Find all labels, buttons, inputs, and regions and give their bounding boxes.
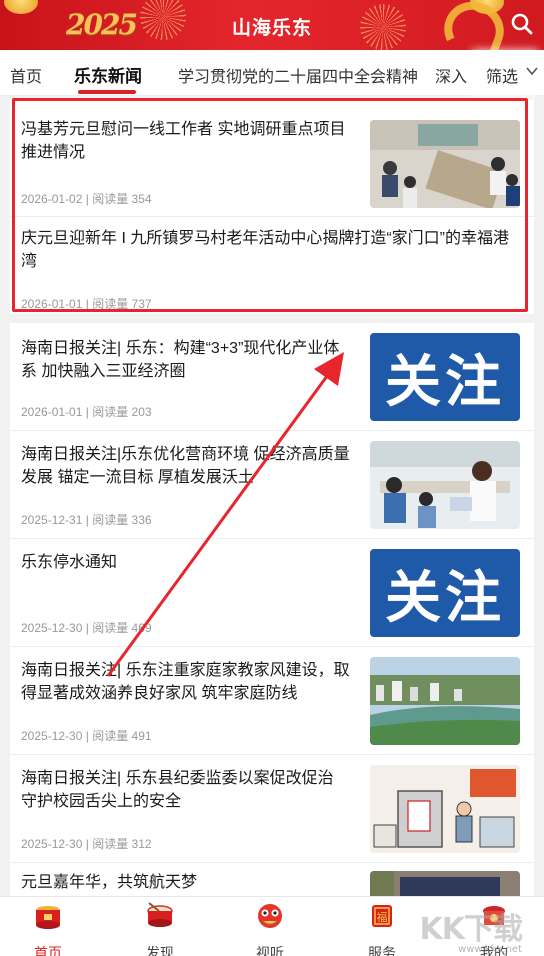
news-thumbnail[interactable]	[370, 765, 520, 853]
watermark-text: KK下载	[419, 912, 523, 947]
app-header: 2025 山海乐东	[0, 0, 544, 50]
read-count: 491	[131, 729, 152, 743]
news-meta: 2026-01-02 | 阅读量 354	[21, 192, 152, 206]
news-thumbnail-guanzhu[interactable]: 关注	[370, 549, 520, 637]
tab-ledong-news[interactable]: 乐东新闻	[74, 62, 142, 87]
news-title[interactable]: 乐东停水通知	[21, 551, 351, 574]
news-title[interactable]: 元旦嘉年华，共筑航天梦	[21, 871, 351, 894]
read-count-label: 阅读量	[92, 729, 129, 743]
tab-fourth-plenum[interactable]: 学习贯彻党的二十届四中全会精神	[178, 63, 418, 87]
read-count-label: 阅读量	[92, 621, 129, 635]
lantern-decoration	[4, 0, 38, 14]
news-meta: 2025-12-30 | 阅读量 491	[21, 729, 152, 743]
news-item[interactable]: 冯基芳元旦慰问一线工作者 实地调研重点项目推进情况 2026-01-02 | 阅…	[10, 100, 534, 217]
nav-service[interactable]: 福 服务	[342, 901, 422, 956]
news-thumbnail[interactable]	[370, 441, 520, 529]
news-title[interactable]: 海南日报关注| 乐东县纪委监委以案促改促治 守护校园舌尖上的安全	[21, 767, 351, 813]
tab-home[interactable]: 首页	[10, 63, 42, 87]
nav-label: 视听	[256, 945, 284, 956]
news-title[interactable]: 海南日报关注| 乐东：构建“3+3”现代化产业体系 加快融入三亚经济圈	[21, 337, 351, 383]
read-count-label: 阅读量	[92, 405, 129, 419]
news-date: 2025-12-30	[21, 729, 83, 743]
news-date: 2025-12-30	[21, 837, 83, 851]
news-feed[interactable]: 冯基芳元旦慰问一线工作者 实地调研重点项目推进情况 2026-01-02 | 阅…	[10, 100, 534, 896]
read-count: 737	[131, 297, 152, 311]
read-count: 469	[131, 621, 152, 635]
nav-discover[interactable]: 发现	[120, 901, 200, 956]
read-count-label: 阅读量	[92, 837, 129, 851]
news-title[interactable]: 海南日报关注|乐东优化营商环境 促经济高质量发展 锚定一流目标 厚植发展沃土	[21, 443, 351, 489]
news-title[interactable]: 海南日报关注| 乐东注重家庭家教家风建设，取得显著成效涵养良好家风 筑牢家庭防线	[21, 659, 351, 705]
nav-label: 服务	[368, 945, 396, 956]
news-item[interactable]: 元旦嘉年华，共筑航天梦	[10, 863, 534, 896]
news-meta: 2026-01-01 | 阅读量 203	[21, 405, 152, 419]
news-meta: 2025-12-31 | 阅读量 336	[21, 513, 152, 527]
read-count: 312	[131, 837, 152, 851]
watermark: KK下载 www.kkx.net	[420, 904, 523, 955]
news-date: 2025-12-31	[21, 513, 83, 527]
nav-label: 发现	[146, 945, 174, 956]
tab-shenru[interactable]: 深入	[435, 63, 467, 87]
news-date: 2026-01-01	[21, 405, 83, 419]
discover-drum-icon	[147, 902, 173, 927]
active-tab-indicator	[78, 90, 136, 94]
read-count: 336	[131, 513, 152, 527]
read-count-label: 阅读量	[92, 192, 129, 206]
news-thumbnail[interactable]	[370, 120, 520, 208]
nav-audiovisual[interactable]: 视听	[230, 901, 310, 956]
news-item[interactable]: 庆元旦迎新年 I 九所镇罗马村老年活动中心揭牌打造“家门口”的幸福港湾 2026…	[10, 217, 534, 315]
news-date: 2026-01-01	[21, 297, 83, 311]
news-meta: 2025-12-30 | 阅读量 469	[21, 621, 152, 635]
filter-label: 筛选	[486, 69, 519, 86]
news-item[interactable]: 海南日报关注| 乐东注重家庭家教家风建设，取得显著成效涵养良好家风 筑牢家庭防线…	[10, 647, 534, 755]
news-date: 2026-01-02	[21, 192, 83, 206]
news-date: 2025-12-30	[21, 621, 83, 635]
read-count-label: 阅读量	[92, 297, 129, 311]
chevron-down-icon	[526, 67, 538, 76]
news-meta: 2025-12-30 | 阅读量 312	[21, 837, 152, 851]
svg-text:福: 福	[377, 910, 388, 924]
news-item[interactable]: 海南日报关注| 乐东：构建“3+3”现代化产业体系 加快融入三亚经济圈 2026…	[10, 323, 534, 431]
news-thumbnail-guanzhu[interactable]: 关注	[370, 333, 520, 421]
fu-lantern-icon: 福	[372, 905, 392, 927]
news-title[interactable]: 庆元旦迎新年 I 九所镇罗马村老年活动中心揭牌打造“家门口”的幸福港湾	[21, 227, 511, 273]
news-title[interactable]: 冯基芳元旦慰问一线工作者 实地调研重点项目推进情况	[21, 118, 351, 164]
read-count-label: 阅读量	[92, 513, 129, 527]
filter-button[interactable]: 筛选	[478, 50, 544, 95]
lion-dance-icon	[258, 904, 282, 928]
news-item[interactable]: 海南日报关注|乐东优化营商环境 促经济高质量发展 锚定一流目标 厚植发展沃土 2…	[10, 431, 534, 539]
search-icon[interactable]	[510, 12, 534, 36]
channel-tabs: 首页 乐东新闻 学习贯彻党的二十届四中全会精神 深入 筛选	[0, 50, 544, 96]
nav-home[interactable]: 首页	[8, 901, 88, 956]
read-count: 354	[131, 192, 152, 206]
home-drum-icon	[36, 906, 60, 929]
app-title: 山海乐东	[231, 18, 312, 39]
news-item[interactable]: 乐东停水通知 2025-12-30 | 阅读量 469 关注	[10, 539, 534, 647]
news-thumbnail[interactable]	[370, 871, 520, 896]
nav-label: 首页	[34, 945, 62, 956]
news-item[interactable]: 海南日报关注| 乐东县纪委监委以案促改促治 守护校园舌尖上的安全 2025-12…	[10, 755, 534, 863]
news-meta: 2026-01-01 | 阅读量 737	[21, 297, 152, 311]
read-count: 203	[131, 405, 152, 419]
news-thumbnail[interactable]	[370, 657, 520, 745]
